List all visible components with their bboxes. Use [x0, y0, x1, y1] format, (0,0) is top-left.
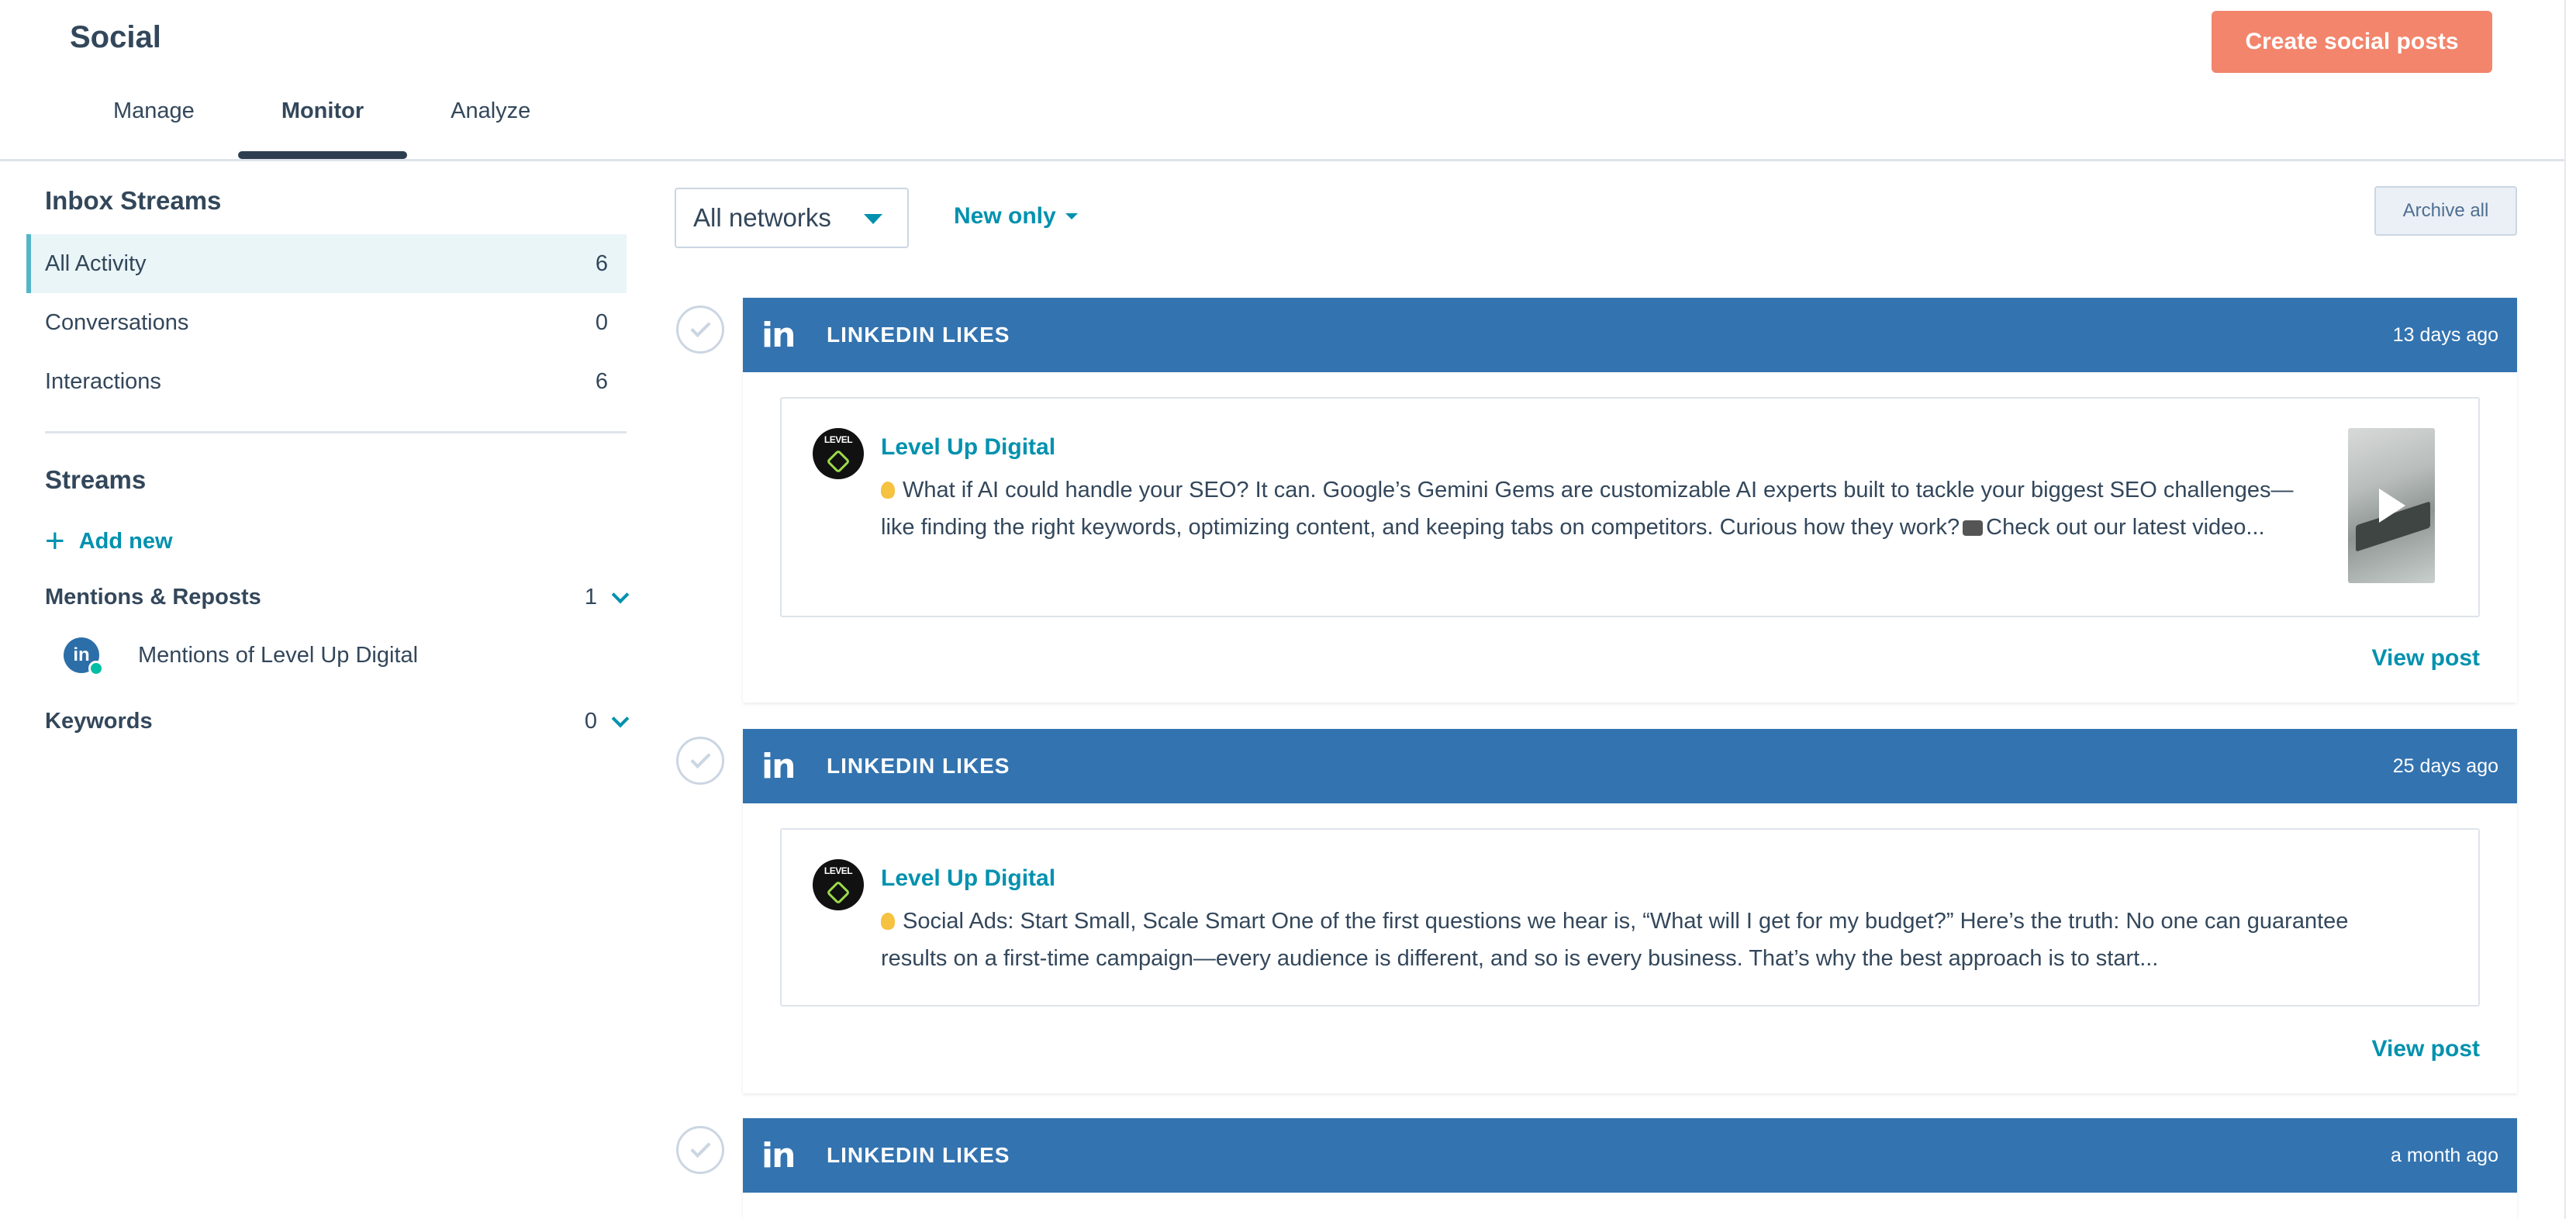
stream-group-count: 1 [584, 585, 597, 610]
caret-down-icon [1065, 213, 1078, 219]
mark-done-checkbox[interactable] [676, 737, 724, 785]
post-text: Social Ads: Start Small, Scale Smart One… [881, 909, 2349, 971]
linkedin-icon: in [64, 637, 104, 676]
check-icon [689, 748, 711, 769]
plus-icon: + [45, 522, 65, 560]
play-icon [2379, 489, 2405, 523]
linkedin-icon: in [761, 746, 796, 786]
stream-mentions-of-level-up-digital[interactable]: in Mentions of Level Up Digital [64, 637, 419, 676]
lightbulb-icon [881, 913, 895, 930]
tab-manage[interactable]: Manage [70, 76, 238, 146]
timestamp: 13 days ago [2392, 323, 2498, 346]
page-scrollbar[interactable] [2564, 0, 2576, 1219]
tab-bar: Manage Monitor Analyze [70, 92, 574, 161]
chevron-down-icon[interactable] [611, 710, 630, 727]
avatar: LEVEL [813, 859, 864, 910]
post-preview[interactable]: LEVEL Level Up Digital What if AI could … [780, 397, 2480, 617]
stream-group-label: Keywords [45, 709, 153, 734]
page-title: Social [70, 20, 161, 54]
page-header: Social Create social posts Manage Monito… [0, 0, 2576, 161]
lightbulb-icon [881, 482, 895, 499]
sidebar-item-label: Interactions [45, 368, 161, 394]
mark-done-checkbox[interactable] [676, 1126, 724, 1174]
sidebar-divider [45, 431, 627, 433]
timestamp: 25 days ago [2392, 755, 2498, 777]
new-only-filter[interactable]: New only [954, 203, 1078, 230]
card-header: in LINKEDIN LIKES a month ago [743, 1118, 2517, 1193]
post-text: What if AI could handle your SEO? It can… [881, 478, 2294, 540]
stream-group-label: Mentions & Reposts [45, 585, 261, 610]
linkedin-icon: in [761, 1135, 796, 1176]
add-new-label: Add new [78, 528, 173, 554]
activity-type: LINKEDIN LIKES [827, 323, 1010, 347]
feed-card: in LINKEDIN LIKES a month ago [743, 1118, 2517, 1219]
linkedin-icon-text: in [73, 644, 90, 665]
tab-monitor[interactable]: Monitor [237, 76, 408, 159]
video-thumbnail[interactable] [2348, 428, 2435, 583]
view-post-link[interactable]: View post [2372, 645, 2480, 672]
status-dot-icon [88, 661, 104, 676]
logo-hex-icon [826, 880, 851, 905]
author-name[interactable]: Level Up Digital [881, 865, 1055, 892]
video-camera-icon [1963, 520, 1984, 536]
card-header: in LINKEDIN LIKES 25 days ago [743, 729, 2517, 803]
streams-heading: Streams [45, 465, 147, 494]
sidebar-item-count: 6 [595, 250, 608, 276]
network-select-value: All networks [693, 203, 831, 232]
timestamp: a month ago [2391, 1144, 2498, 1166]
post-preview[interactable]: LEVEL Level Up Digital Social Ads: Start… [780, 828, 2480, 1007]
stream-label: Mentions of Level Up Digital [138, 642, 419, 668]
activity-type: LINKEDIN LIKES [827, 1143, 1010, 1167]
sidebar: Inbox Streams All Activity 6 Conversatio… [26, 161, 630, 1219]
sidebar-item-interactions[interactable]: Interactions 6 [26, 352, 627, 411]
mark-done-checkbox[interactable] [676, 306, 724, 354]
check-icon [689, 316, 711, 338]
stream-group-keywords[interactable]: Keywords 0 [45, 709, 630, 734]
archive-all-button[interactable]: Archive all [2374, 186, 2517, 236]
sidebar-item-count: 0 [595, 309, 608, 335]
network-select[interactable]: All networks [675, 188, 909, 248]
create-social-posts-button[interactable]: Create social posts [2212, 11, 2492, 73]
caret-down-icon [864, 214, 882, 224]
activity-type: LINKEDIN LIKES [827, 754, 1010, 778]
sidebar-item-label: Conversations [45, 309, 189, 335]
feed-card: in LINKEDIN LIKES 13 days ago LEVEL Leve… [743, 298, 2517, 703]
stream-group-mentions-reposts[interactable]: Mentions & Reposts 1 [45, 585, 630, 610]
inbox-streams-heading: Inbox Streams [45, 186, 222, 215]
avatar: LEVEL [813, 428, 864, 479]
stream-group-count: 0 [584, 709, 597, 734]
logo-hex-icon [826, 449, 851, 474]
check-icon [689, 1137, 711, 1159]
view-post-link[interactable]: View post [2372, 1036, 2480, 1062]
sidebar-item-count: 6 [595, 368, 608, 394]
add-new-stream-button[interactable]: + Add new [45, 524, 173, 558]
tab-analyze[interactable]: Analyze [407, 76, 574, 146]
card-header: in LINKEDIN LIKES 13 days ago [743, 298, 2517, 372]
filter-label: New only [954, 203, 1056, 229]
sidebar-item-all-activity[interactable]: All Activity 6 [26, 234, 627, 293]
sidebar-item-label: All Activity [45, 250, 147, 276]
chevron-down-icon[interactable] [611, 585, 630, 603]
sidebar-item-conversations[interactable]: Conversations 0 [26, 293, 627, 352]
linkedin-icon: in [761, 315, 796, 355]
feed-card: in LINKEDIN LIKES 25 days ago LEVEL Leve… [743, 729, 2517, 1093]
author-name[interactable]: Level Up Digital [881, 434, 1055, 461]
